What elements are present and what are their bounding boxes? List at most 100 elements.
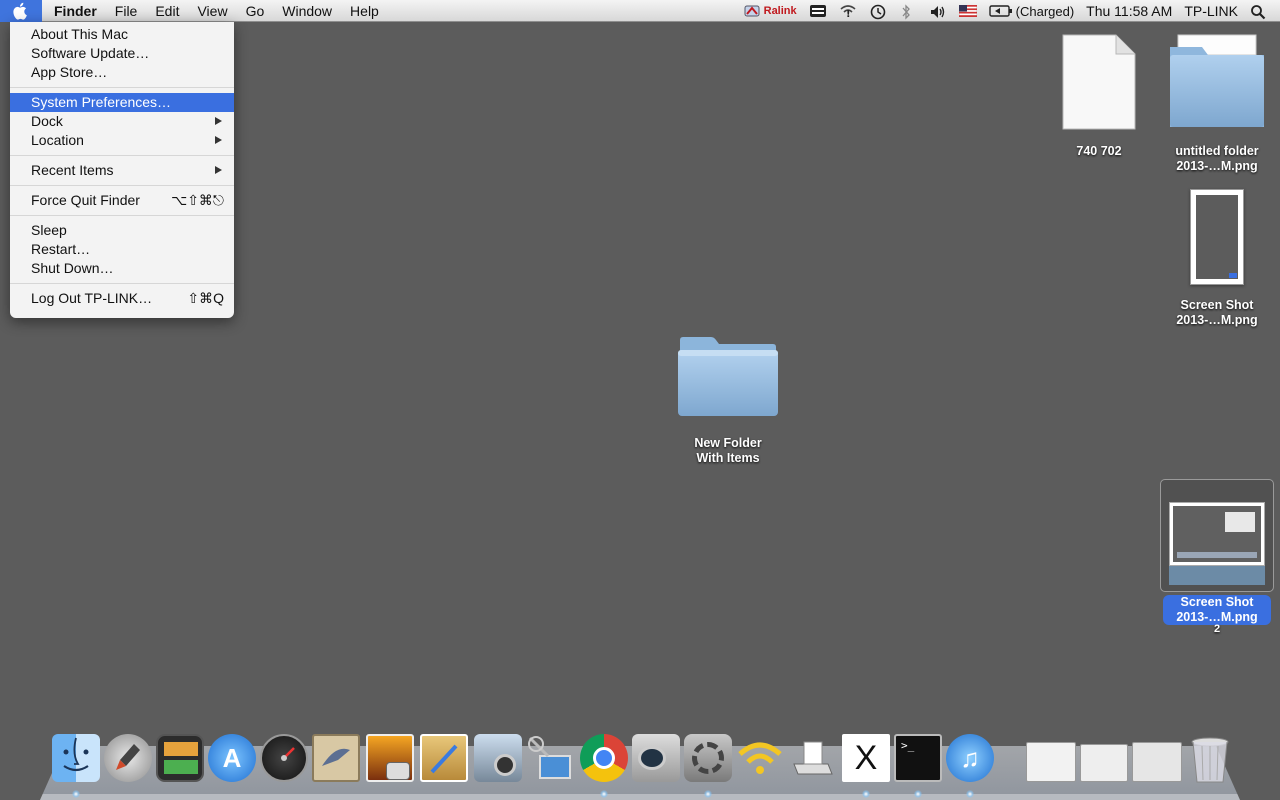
menu-item-label: Sleep	[31, 222, 67, 238]
menu-bar: Finder File Edit View Go Window Help Ral…	[0, 0, 1280, 22]
menu-separator	[10, 87, 234, 88]
menu-item-force-quit[interactable]: Force Quit Finder ⌥⇧⌘⎋	[10, 191, 234, 210]
spotlight-search-icon[interactable]	[1250, 4, 1268, 20]
icon-label: Screen Shot	[1180, 595, 1254, 609]
menu-separator	[10, 283, 234, 284]
menu-item-about[interactable]: About This Mac	[10, 25, 234, 44]
stack-1-icon[interactable]	[1026, 742, 1076, 782]
app-store-icon[interactable]: A	[208, 734, 256, 782]
preview-icon[interactable]	[420, 734, 468, 782]
clock[interactable]: Thu 11:58 AM	[1086, 3, 1172, 19]
printer-icon[interactable]	[788, 734, 836, 782]
menu-separator	[10, 155, 234, 156]
ralink-status[interactable]: Ralink	[744, 3, 797, 19]
mail-icon[interactable]	[312, 734, 360, 782]
chrome-icon[interactable]	[580, 734, 628, 782]
battery-status[interactable]: (Charged)	[988, 3, 1075, 19]
item-count-badge: 2	[1213, 623, 1221, 635]
folder-icon	[1168, 33, 1266, 131]
stack-3-icon[interactable]	[1132, 742, 1182, 782]
app-menu-finder[interactable]: Finder	[42, 0, 106, 22]
running-indicator	[600, 790, 608, 798]
menu-item-label: Restart…	[31, 241, 91, 257]
icon-label: 2013-…M.png	[1176, 159, 1258, 173]
menu-item-restart[interactable]: Restart…	[10, 240, 234, 259]
icon-label: New Folder	[694, 436, 762, 450]
time-machine-icon[interactable]	[869, 4, 887, 20]
apple-icon	[13, 2, 27, 20]
running-indicator	[72, 790, 80, 798]
folder-icon	[677, 336, 779, 418]
menu-item-log-out[interactable]: Log Out TP-LINK… ⇧⌘Q	[10, 289, 234, 308]
apple-menu-dropdown: About This Mac Software Update… App Stor…	[10, 22, 234, 318]
icon-label: 2013-…M.png	[1176, 313, 1258, 327]
menu-item-label: System Preferences…	[31, 94, 172, 110]
battery-label: (Charged)	[1015, 3, 1075, 19]
menu-item-shortcut: ⌥⇧⌘⎋	[171, 192, 224, 208]
image-capture-icon[interactable]	[474, 734, 522, 782]
terminal-icon[interactable]: >_	[894, 734, 942, 782]
menu-item-recent-items[interactable]: Recent Items	[10, 161, 234, 180]
menu-file[interactable]: File	[106, 0, 147, 22]
dashboard-icon[interactable]	[260, 734, 308, 782]
system-preferences-icon[interactable]	[684, 734, 732, 782]
apple-menu-button[interactable]	[0, 0, 42, 22]
icon-label: With Items	[696, 451, 760, 465]
menu-item-label: Log Out TP-LINK…	[31, 290, 153, 306]
wifi-icon[interactable]	[736, 734, 784, 782]
running-indicator	[966, 790, 974, 798]
keyboard-viewer-icon[interactable]	[809, 4, 827, 18]
menu-item-dock[interactable]: Dock	[10, 112, 234, 131]
screenshot-thumbnail-icon	[1190, 189, 1244, 285]
launchpad-icon[interactable]	[104, 734, 152, 782]
running-indicator	[862, 790, 870, 798]
menu-item-label: App Store…	[31, 64, 108, 80]
x11-icon[interactable]: X	[842, 734, 890, 782]
running-indicator	[914, 790, 922, 798]
wifi-alert-icon[interactable]: !	[839, 4, 857, 20]
stack-2-icon[interactable]	[1080, 744, 1128, 782]
menu-item-software-update[interactable]: Software Update…	[10, 44, 234, 63]
menu-item-label: Location	[31, 132, 84, 148]
menu-go[interactable]: Go	[237, 0, 274, 22]
running-indicator	[704, 790, 712, 798]
menu-item-system-preferences[interactable]: System Preferences…	[10, 93, 234, 112]
menu-edit[interactable]: Edit	[146, 0, 188, 22]
status-area: Ralink ! (Charged) Thu 11:58 AM TP-LINK	[732, 0, 1280, 22]
svg-text:!: !	[846, 9, 851, 18]
document-icon	[1062, 34, 1136, 130]
trash-icon[interactable]	[1188, 736, 1232, 784]
remote-desktop-icon[interactable]	[526, 734, 574, 782]
menu-item-sleep[interactable]: Sleep	[10, 221, 234, 240]
submenu-arrow-icon	[215, 117, 222, 125]
photo-booth-icon[interactable]	[156, 734, 204, 782]
submenu-arrow-icon	[215, 166, 222, 174]
submenu-arrow-icon	[215, 136, 222, 144]
bluetooth-icon[interactable]	[899, 4, 917, 20]
menu-item-label: Recent Items	[31, 162, 114, 178]
menu-item-label: Software Update…	[31, 45, 150, 61]
itunes-icon[interactable]: ♫	[946, 734, 994, 782]
battery-icon	[988, 5, 1012, 17]
menu-window[interactable]: Window	[273, 0, 341, 22]
menu-help[interactable]: Help	[341, 0, 388, 22]
menu-item-label: Force Quit Finder	[31, 192, 140, 208]
us-flag-icon[interactable]	[958, 4, 977, 18]
ralink-label: Ralink	[763, 5, 797, 17]
icon-label: Screen Shot	[1180, 298, 1254, 312]
screenshot-thumbnail-icon	[1169, 502, 1265, 585]
menu-item-label: Dock	[31, 113, 63, 129]
menu-item-location[interactable]: Location	[10, 131, 234, 150]
icon-label-selected: Screen Shot 2013-…M.png	[1163, 595, 1271, 625]
menu-item-label: About This Mac	[31, 26, 129, 42]
ralink-icon	[744, 5, 760, 17]
iphoto-icon[interactable]	[366, 734, 414, 782]
finder-icon[interactable]	[52, 734, 100, 782]
menu-separator	[10, 185, 234, 186]
menu-item-shut-down[interactable]: Shut Down…	[10, 259, 234, 278]
user-menu[interactable]: TP-LINK	[1184, 3, 1238, 19]
facetime-icon[interactable]	[632, 734, 680, 782]
menu-item-app-store[interactable]: App Store…	[10, 63, 234, 82]
menu-view[interactable]: View	[188, 0, 236, 22]
volume-icon[interactable]	[929, 4, 947, 18]
